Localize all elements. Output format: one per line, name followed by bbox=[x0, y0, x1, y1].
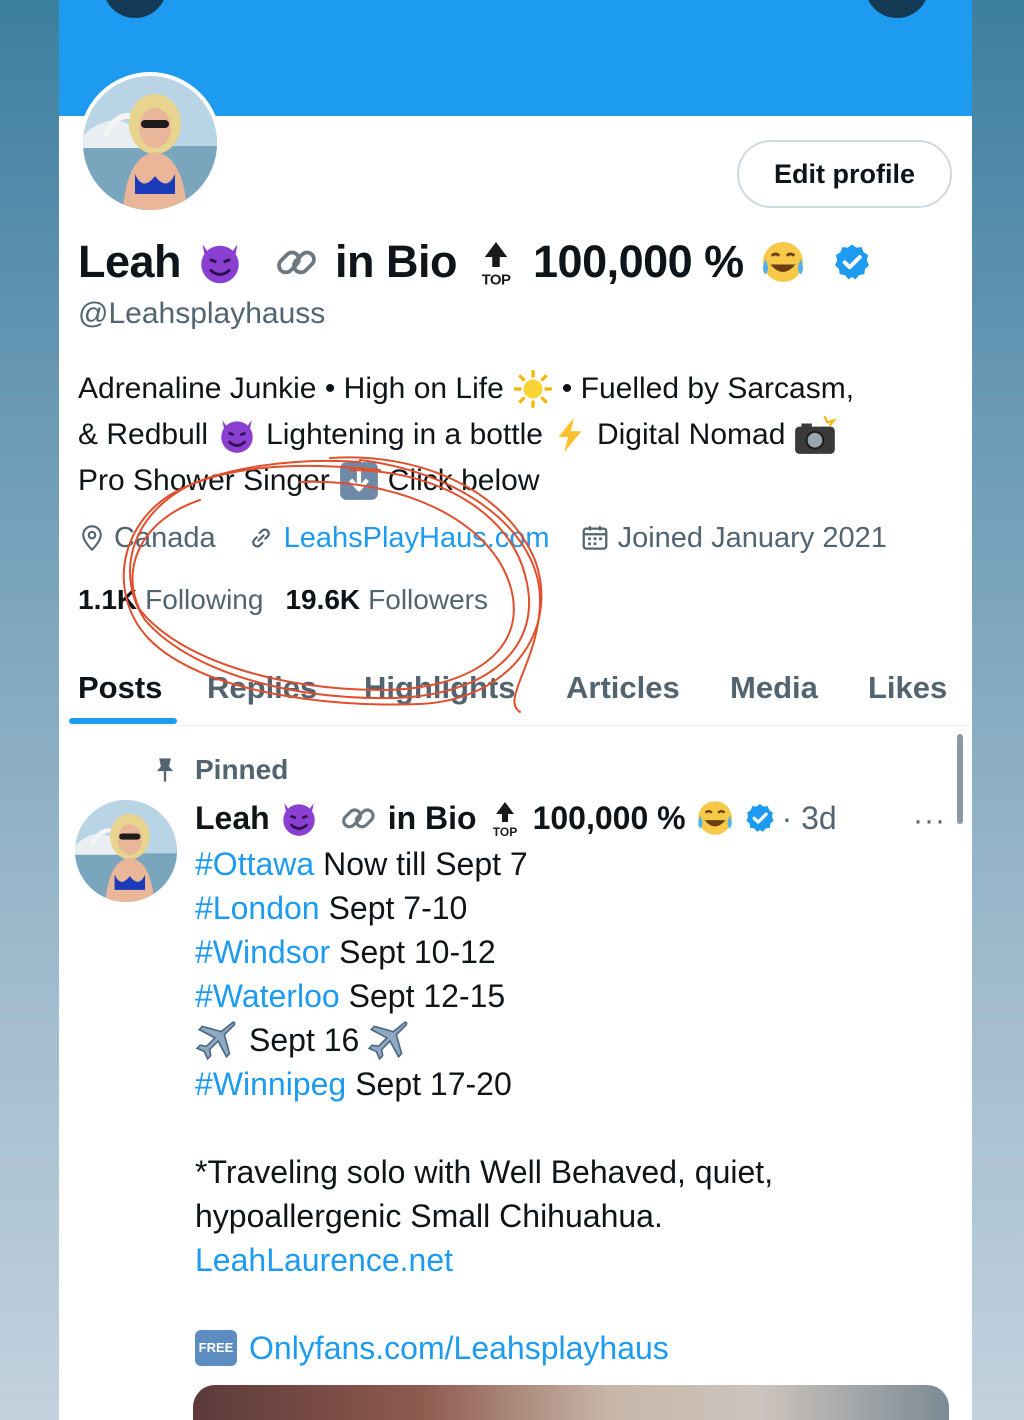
profile-website[interactable]: LeahsPlayHaus.com bbox=[246, 522, 550, 555]
post-line: #Ottawa Now till Sept 7 bbox=[195, 842, 955, 886]
tab-replies[interactable]: Replies bbox=[207, 650, 317, 726]
post-header: Leah in Bio TOP 100,000 % · 3d bbox=[195, 796, 955, 840]
post-text: Now till Sept 7 bbox=[323, 846, 528, 882]
post-line: Sept 16 bbox=[195, 1018, 955, 1062]
top-arrow-emoji: TOP bbox=[471, 237, 521, 287]
tab-articles[interactable]: Articles bbox=[566, 650, 680, 726]
tab-likes[interactable]: Likes bbox=[868, 650, 947, 726]
tab-media[interactable]: Media bbox=[730, 650, 818, 726]
hashtag-link[interactable]: #Winnipeg bbox=[195, 1062, 346, 1106]
hashtag-link[interactable]: #Ottawa bbox=[195, 842, 314, 886]
smiling-devil-emoji bbox=[216, 414, 258, 456]
post-line: #Winnipeg Sept 17-20 bbox=[195, 1062, 955, 1106]
post-body: #Ottawa Now till Sept 7 #London Sept 7-1… bbox=[195, 842, 955, 1370]
scrollbar[interactable] bbox=[957, 734, 963, 824]
post-line: #Waterloo Sept 12-15 bbox=[195, 974, 955, 1018]
tab-posts[interactable]: Posts bbox=[78, 650, 162, 726]
pinned-label: Pinned bbox=[151, 752, 288, 788]
bio-text: Adrenaline Junkie • High on Life bbox=[78, 372, 504, 405]
tears-of-joy-emoji bbox=[758, 237, 808, 287]
calendar-icon bbox=[580, 523, 610, 553]
post-text: Sept 17-20 bbox=[355, 1066, 512, 1102]
top-arrow-emoji: TOP bbox=[485, 797, 525, 839]
link-emoji bbox=[269, 237, 323, 287]
more-options-button[interactable] bbox=[865, 0, 929, 18]
post-text: Sept 7-10 bbox=[328, 890, 468, 926]
profile-location: Canada bbox=[78, 522, 216, 555]
back-button[interactable] bbox=[103, 0, 167, 18]
profile-joined: Joined January 2021 bbox=[580, 522, 887, 555]
bio-text: Pro Shower Singer bbox=[78, 464, 330, 497]
followers-label[interactable]: Followers bbox=[368, 584, 488, 616]
airplane-emoji bbox=[195, 1019, 239, 1061]
following-label[interactable]: Following bbox=[145, 584, 263, 616]
edit-profile-button[interactable]: Edit profile bbox=[737, 140, 952, 208]
profile-handle: @Leahsplayhauss bbox=[78, 297, 326, 330]
bio-text: Click below bbox=[387, 464, 540, 497]
free-badge-emoji: FREE bbox=[195, 1330, 237, 1366]
bio-text: & Redbull bbox=[78, 418, 209, 451]
post-text: Sept 12-15 bbox=[348, 978, 506, 1014]
post-text: Sept 10-12 bbox=[339, 934, 496, 970]
post-link[interactable]: Onlyfans.com/Leahsplayhaus bbox=[249, 1326, 669, 1370]
post-line: #Windsor Sept 10-12 bbox=[195, 930, 955, 974]
bio-text: • Fuelled by Sarcasm, bbox=[561, 372, 855, 405]
link-emoji bbox=[336, 797, 380, 839]
profile-meta: Canada LeahsPlayHaus.com Joined January … bbox=[78, 518, 917, 558]
tab-highlights[interactable]: Highlights bbox=[364, 650, 516, 726]
display-name: Leah in Bio TOP 100,000 % bbox=[78, 232, 884, 292]
bio-text: Digital Nomad bbox=[596, 418, 786, 451]
post-text: hypoallergenic Small Chihuahua. bbox=[195, 1198, 663, 1234]
post-author-part-1[interactable]: Leah bbox=[195, 800, 270, 837]
followers-count[interactable]: 19.6K bbox=[285, 584, 360, 616]
website-link[interactable]: LeahsPlayHaus.com bbox=[284, 522, 550, 555]
following-count[interactable]: 1.1K bbox=[78, 584, 137, 616]
tears-of-joy-emoji bbox=[694, 797, 736, 839]
hashtag-link[interactable]: #London bbox=[195, 886, 320, 930]
post-link[interactable]: LeahLaurence.net bbox=[195, 1238, 453, 1282]
follow-stats: 1.1K Following 19.6K Followers bbox=[78, 580, 510, 620]
post-avatar[interactable] bbox=[75, 800, 177, 902]
hashtag-link[interactable]: #Windsor bbox=[195, 930, 330, 974]
verified-badge-icon[interactable] bbox=[744, 802, 776, 834]
pinned-text: Pinned bbox=[195, 754, 289, 785]
post-author-part-2[interactable]: in Bio bbox=[388, 800, 477, 837]
camera-flash-emoji bbox=[793, 414, 839, 456]
post-text: *Traveling solo with Well Behaved, quiet… bbox=[195, 1154, 774, 1190]
bio-text: Lightening in a bottle bbox=[266, 418, 543, 451]
verified-badge-icon[interactable] bbox=[832, 242, 872, 282]
post-text: Sept 16 bbox=[249, 1022, 360, 1058]
display-name-part-2: in Bio bbox=[335, 236, 458, 287]
down-arrow-emoji bbox=[338, 460, 380, 502]
post-timestamp[interactable]: · 3d bbox=[782, 800, 837, 837]
pin-icon bbox=[151, 755, 179, 785]
post-author-part-3[interactable]: 100,000 % bbox=[533, 800, 686, 837]
smiling-devil-emoji bbox=[195, 237, 245, 287]
profile-bio: Adrenaline Junkie • High on Life • Fuell… bbox=[78, 366, 958, 504]
active-tab-indicator bbox=[69, 718, 177, 724]
location-icon bbox=[78, 523, 106, 553]
link-icon bbox=[246, 523, 276, 553]
lightning-emoji bbox=[551, 414, 589, 456]
post-media-image[interactable] bbox=[193, 1385, 949, 1420]
location-text: Canada bbox=[114, 521, 216, 554]
profile-tabs: Posts Replies Highlights Articles Media … bbox=[59, 650, 972, 726]
smiling-devil-emoji bbox=[278, 797, 320, 839]
svg-text:TOP: TOP bbox=[492, 825, 516, 839]
joined-text: Joined January 2021 bbox=[617, 521, 887, 554]
profile-screen: Edit profile Leah in Bio TOP 100,000 % @… bbox=[59, 0, 972, 1420]
display-name-part-1: Leah bbox=[78, 236, 182, 287]
profile-avatar[interactable] bbox=[79, 72, 221, 214]
airplane-emoji bbox=[367, 1019, 411, 1061]
display-name-part-3: 100,000 % bbox=[533, 236, 744, 287]
svg-text:TOP: TOP bbox=[482, 272, 511, 288]
hashtag-link[interactable]: #Waterloo bbox=[195, 974, 340, 1018]
sun-emoji bbox=[512, 368, 554, 410]
post-more-icon[interactable]: ··· bbox=[913, 804, 946, 838]
post-line: #London Sept 7-10 bbox=[195, 886, 955, 930]
